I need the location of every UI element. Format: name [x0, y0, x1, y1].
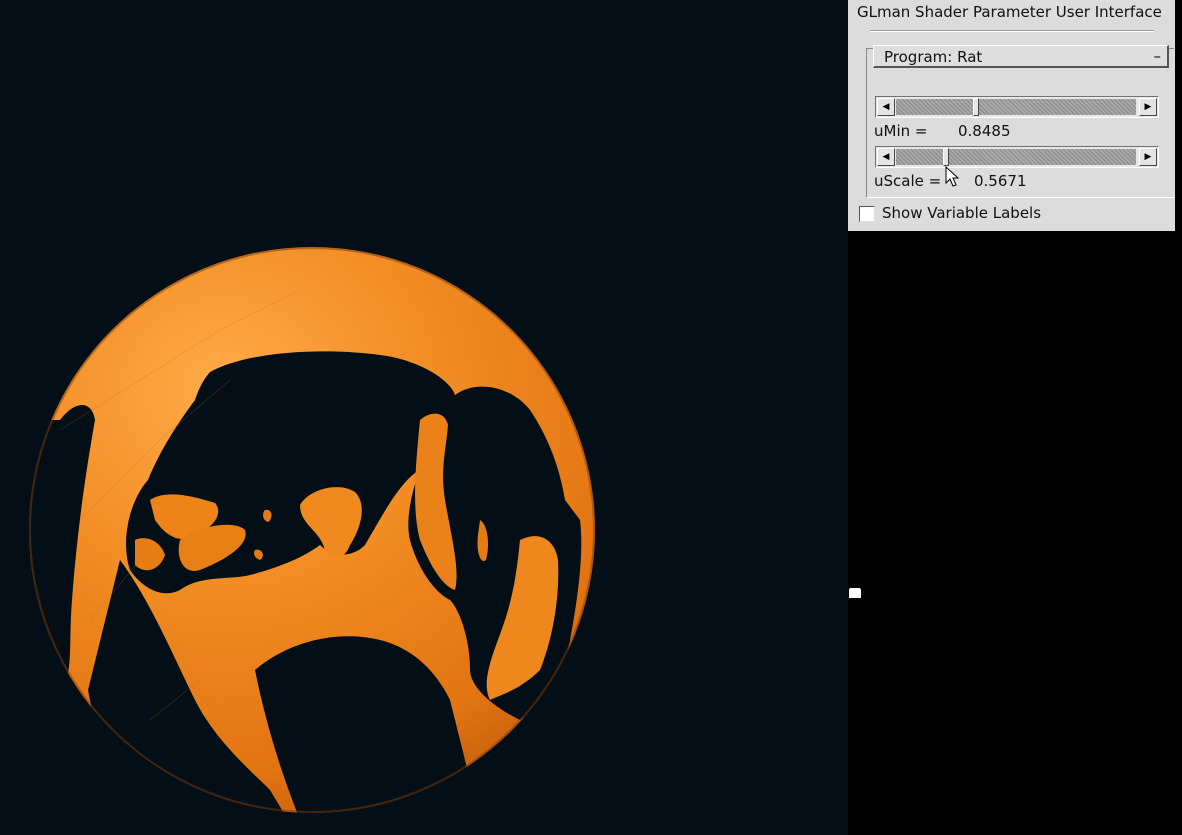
umin-label: uMin = [874, 122, 928, 140]
program-label: Program: Rat [884, 48, 983, 66]
umin-value: 0.8485 [958, 122, 1011, 140]
shader-parameter-panel: GLman Shader Parameter User Interface Pr… [848, 0, 1175, 231]
arrow-left-icon[interactable]: ◀ [877, 148, 895, 166]
slider-trough[interactable] [896, 99, 1136, 115]
panel-title: GLman Shader Parameter User Interface [857, 3, 1162, 21]
uscale-value: 0.5671 [974, 172, 1027, 190]
slider-trough[interactable] [896, 149, 1136, 165]
arrow-left-icon[interactable]: ◀ [877, 98, 895, 116]
show-labels-checkbox[interactable] [859, 206, 875, 222]
arrow-right-icon[interactable]: ▶ [1139, 148, 1157, 166]
window-edge-marker [849, 588, 861, 598]
umin-slider[interactable]: ◀ ▶ [875, 96, 1159, 118]
render-viewport[interactable] [0, 0, 848, 835]
slider-thumb[interactable] [942, 148, 949, 166]
mouse-pointer-icon [945, 166, 959, 187]
uscale-label: uScale = [874, 172, 942, 190]
arrow-right-icon[interactable]: ▶ [1139, 98, 1157, 116]
title-separator [870, 30, 1154, 32]
slider-thumb[interactable] [973, 98, 980, 116]
rendered-sphere [29, 247, 595, 813]
uscale-slider[interactable]: ◀ ▶ [875, 146, 1159, 168]
show-labels-label[interactable]: Show Variable Labels [882, 204, 1041, 222]
collapse-icon[interactable]: – [1154, 47, 1162, 65]
program-rollout-button[interactable]: Program: Rat – [873, 45, 1169, 68]
